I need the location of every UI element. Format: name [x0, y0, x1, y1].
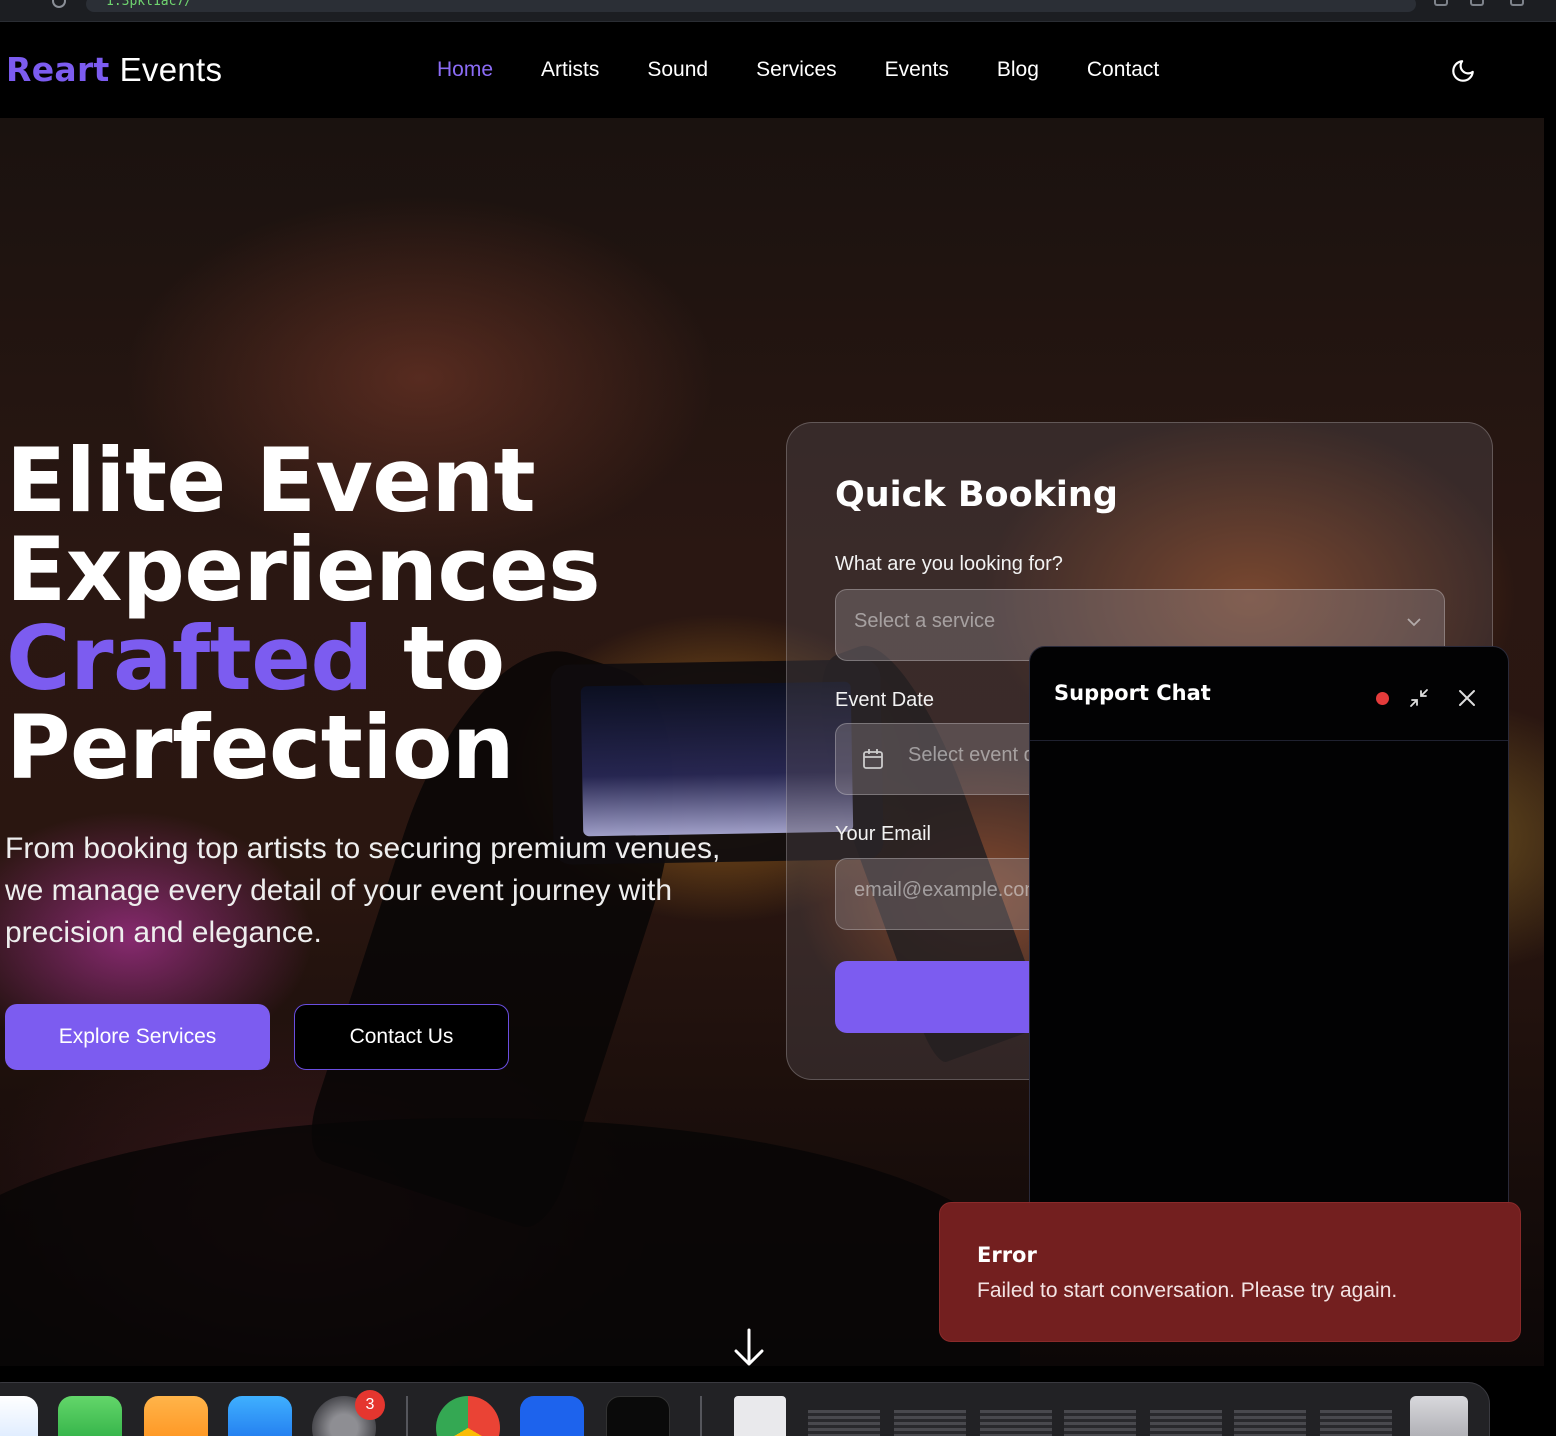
chat-title: Support Chat — [1054, 681, 1211, 705]
app-icon[interactable] — [606, 1396, 670, 1436]
keynote-icon[interactable] — [0, 1396, 38, 1436]
trash-icon[interactable] — [1410, 1396, 1468, 1436]
edit-icon[interactable] — [1470, 0, 1484, 6]
window-thumbnail[interactable] — [1320, 1410, 1392, 1436]
nav-blog[interactable]: Blog — [997, 58, 1039, 82]
headline-line4: Perfection — [6, 696, 515, 799]
reload-icon[interactable] — [52, 0, 66, 8]
status-indicator — [1376, 692, 1389, 705]
address-bar[interactable]: 1:3pkl1ac7/ — [86, 0, 1416, 12]
email-label: Your Email — [835, 823, 931, 845]
crowd-silhouette — [0, 1118, 1020, 1366]
notification-badge: 3 — [355, 1390, 385, 1420]
nav-contact[interactable]: Contact — [1087, 58, 1159, 82]
headline-line2: Experiences — [6, 518, 601, 621]
contact-us-button[interactable]: Contact Us — [294, 1004, 509, 1070]
cast-icon[interactable] — [1434, 0, 1448, 6]
window-thumbnail[interactable] — [980, 1410, 1052, 1436]
error-toast: Error Failed to start conversation. Plea… — [939, 1202, 1521, 1342]
window-thumbnail[interactable] — [894, 1410, 966, 1436]
docker-icon[interactable] — [520, 1396, 584, 1436]
headline-accent: Crafted — [6, 607, 373, 710]
nav-events[interactable]: Events — [885, 58, 949, 82]
main-nav: Home Artists Sound Services Events Blog … — [437, 58, 1207, 82]
logo-suffix: Events — [119, 51, 223, 88]
logo-brand: Reart — [6, 50, 110, 89]
document-icon[interactable] — [734, 1396, 786, 1436]
app-store-icon[interactable] — [228, 1396, 292, 1436]
window-thumbnail[interactable] — [1064, 1410, 1136, 1436]
booking-title: Quick Booking — [835, 475, 1118, 515]
dock-separator — [700, 1396, 702, 1436]
chat-header: Support Chat — [1030, 647, 1508, 741]
calendar-icon — [863, 749, 883, 769]
nav-services[interactable]: Services — [756, 58, 837, 82]
service-label: What are you looking for? — [835, 553, 1063, 575]
headline-line1: Elite Event — [6, 429, 536, 532]
service-select-input[interactable] — [854, 610, 1354, 633]
numbers-icon[interactable] — [58, 1396, 122, 1436]
minimize-icon[interactable] — [1408, 687, 1430, 709]
nav-sound[interactable]: Sound — [647, 58, 708, 82]
pages-icon[interactable] — [144, 1396, 208, 1436]
address-text: 1:3pkl1ac7/ — [106, 0, 193, 9]
browser-toolbar: 1:3pkl1ac7/ — [0, 0, 1556, 22]
toast-message: Failed to start conversation. Please try… — [977, 1279, 1398, 1302]
support-chat-panel: Support Chat — [1029, 646, 1509, 1246]
close-icon[interactable] — [1456, 687, 1478, 709]
toast-title: Error — [977, 1243, 1037, 1267]
dock-separator — [406, 1396, 408, 1436]
explore-services-button[interactable]: Explore Services — [5, 1004, 270, 1070]
site-logo[interactable]: Reart Events — [6, 50, 222, 89]
nav-artists[interactable]: Artists — [541, 58, 599, 82]
hero-subtext: From booking top artists to securing pre… — [5, 832, 721, 949]
site-header: Reart Events Home Artists Sound Services … — [0, 22, 1544, 118]
date-label: Event Date — [835, 689, 934, 711]
window-thumbnail[interactable] — [1234, 1410, 1306, 1436]
hero-headline: Elite Event Experiences Crafted to Perfe… — [6, 436, 601, 792]
moon-icon[interactable] — [1450, 58, 1476, 84]
window-thumbnail[interactable] — [808, 1410, 880, 1436]
headline-to: to — [403, 607, 505, 710]
window-thumbnail[interactable] — [1150, 1410, 1222, 1436]
window-icon[interactable] — [1510, 0, 1524, 6]
nav-home[interactable]: Home — [437, 58, 493, 82]
arrow-down-icon[interactable] — [732, 1328, 766, 1366]
chevron-down-icon — [1407, 618, 1421, 627]
